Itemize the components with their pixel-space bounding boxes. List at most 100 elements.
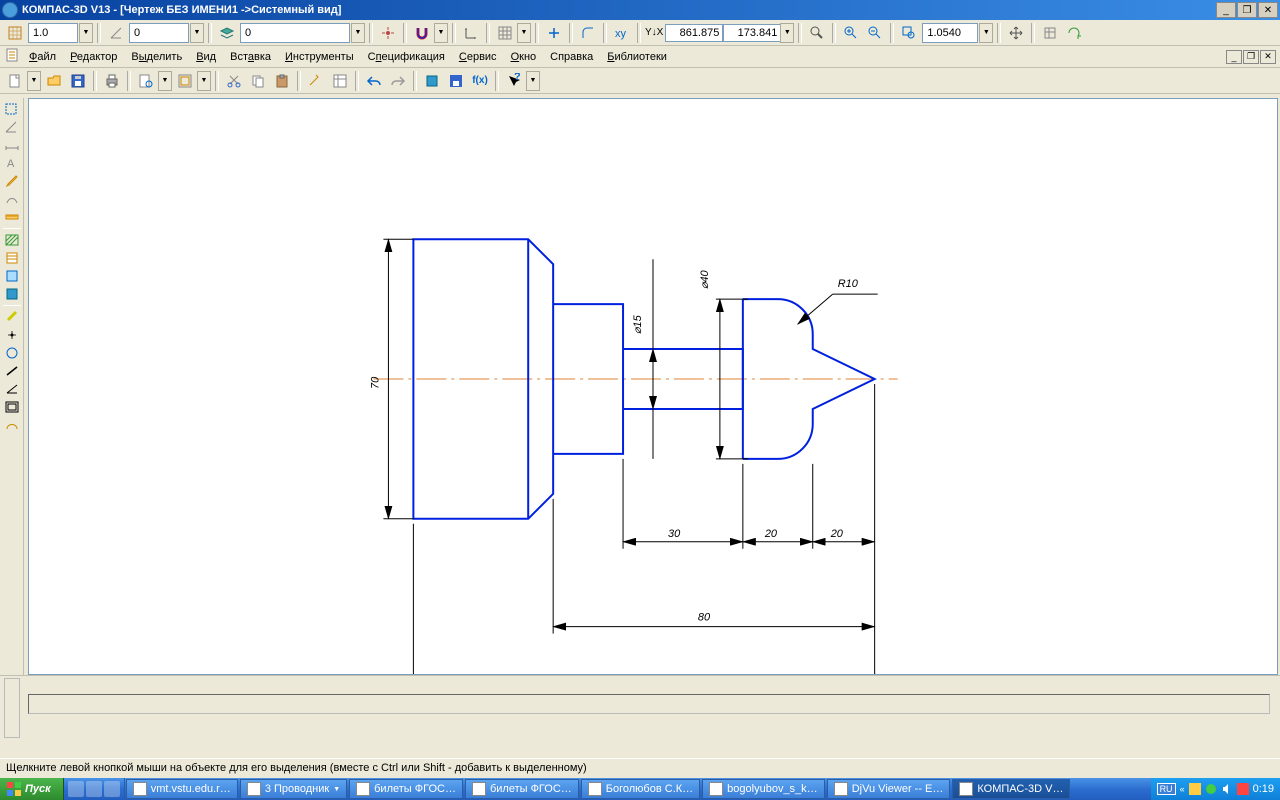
undo-icon[interactable] — [363, 70, 385, 92]
dropdown-icon[interactable]: ▼ — [79, 23, 93, 43]
point-tool-icon[interactable] — [2, 326, 22, 344]
dropdown-icon[interactable]: ▼ — [197, 71, 211, 91]
maximize-button[interactable]: ❐ — [1237, 2, 1257, 18]
start-button[interactable]: Пуск — [0, 778, 64, 800]
step-input-1[interactable] — [28, 23, 78, 43]
minimize-button[interactable]: _ — [1216, 2, 1236, 18]
coord-icon[interactable] — [460, 22, 482, 44]
help-icon[interactable]: ? — [503, 70, 525, 92]
snap-icon[interactable] — [377, 22, 399, 44]
lib-icon[interactable] — [421, 70, 443, 92]
task-item[interactable]: 3 Проводник▼ — [240, 779, 347, 799]
mdi-restore-button[interactable]: ❐ — [1243, 50, 1259, 64]
ql-icon[interactable] — [68, 781, 84, 797]
report-tool-icon[interactable] — [2, 267, 22, 285]
ql-icon[interactable] — [104, 781, 120, 797]
properties-icon[interactable] — [305, 70, 327, 92]
magnet-icon[interactable] — [411, 22, 433, 44]
text-tool-icon[interactable]: A — [2, 154, 22, 172]
zoom-input[interactable] — [922, 23, 978, 43]
menu-help[interactable]: Справка — [543, 48, 600, 66]
zoom-out-icon[interactable] — [864, 22, 886, 44]
menu-window[interactable]: Окно — [504, 48, 544, 66]
menu-insert[interactable]: Вставка — [223, 48, 278, 66]
menu-spec[interactable]: Спецификация — [361, 48, 452, 66]
task-item[interactable]: DjVu Viewer -- E… — [827, 779, 951, 799]
ql-icon[interactable] — [86, 781, 102, 797]
menu-view[interactable]: Вид — [189, 48, 223, 66]
zoom-in-icon[interactable] — [840, 22, 862, 44]
dropdown-icon[interactable]: ▼ — [190, 23, 204, 43]
paste-icon[interactable] — [271, 70, 293, 92]
task-item[interactable]: vmt.vstu.edu.r… — [126, 779, 238, 799]
task-item[interactable]: bogolyubov_s_k… — [702, 779, 825, 799]
round-icon[interactable] — [577, 22, 599, 44]
zoom-fit-icon[interactable] — [806, 22, 828, 44]
edit-tool-icon[interactable] — [2, 172, 22, 190]
dropdown-icon[interactable]: ▼ — [27, 71, 41, 91]
coord-y[interactable] — [723, 24, 781, 42]
cut-icon[interactable] — [223, 70, 245, 92]
tray-icon[interactable] — [1205, 783, 1217, 795]
dropdown-icon[interactable]: ▼ — [517, 23, 531, 43]
refresh-icon[interactable] — [1063, 22, 1085, 44]
lang-indicator[interactable]: RU — [1157, 783, 1176, 795]
dim-tool-icon[interactable] — [2, 136, 22, 154]
tray-icon[interactable] — [1189, 783, 1201, 795]
frame-icon[interactable] — [174, 70, 196, 92]
param-tool-icon[interactable] — [2, 190, 22, 208]
geom-tool-icon[interactable] — [2, 118, 22, 136]
drawing-canvas[interactable]: 70 ⌀40 ⌀15 R10 30 20 20 80 12 — [28, 98, 1278, 675]
layer-icon[interactable] — [216, 22, 238, 44]
mdi-close-button[interactable]: ✕ — [1260, 50, 1276, 64]
clock[interactable]: 0:19 — [1253, 783, 1274, 795]
menu-libs[interactable]: Библиотеки — [600, 48, 674, 66]
angle-tool-icon[interactable] — [2, 380, 22, 398]
print-icon[interactable] — [101, 70, 123, 92]
layer-input[interactable] — [240, 23, 350, 43]
other-tool-icon[interactable] — [2, 416, 22, 434]
step-input-2[interactable] — [129, 23, 189, 43]
vars-icon[interactable] — [329, 70, 351, 92]
hatch-tool-icon[interactable] — [2, 231, 22, 249]
save-lib-icon[interactable] — [445, 70, 467, 92]
dropdown-icon[interactable]: ▼ — [979, 23, 993, 43]
angle-step-icon[interactable] — [105, 22, 127, 44]
open-icon[interactable] — [43, 70, 65, 92]
dropdown-icon[interactable]: ▼ — [526, 71, 540, 91]
volume-icon[interactable] — [1221, 783, 1233, 795]
mdi-doc-icon[interactable] — [4, 47, 22, 66]
frame-tool-icon[interactable] — [2, 398, 22, 416]
circle-tool-icon[interactable] — [2, 344, 22, 362]
task-item-active[interactable]: КОМПАС-3D V… — [952, 779, 1070, 799]
save-icon[interactable] — [67, 70, 89, 92]
redo-icon[interactable] — [387, 70, 409, 92]
close-button[interactable]: ✕ — [1258, 2, 1278, 18]
mdi-minimize-button[interactable]: _ — [1226, 50, 1242, 64]
command-input[interactable] — [28, 694, 1270, 714]
spec-tool-icon[interactable] — [2, 249, 22, 267]
select-tool-icon[interactable] — [2, 100, 22, 118]
insert-tool-icon[interactable] — [2, 285, 22, 303]
menu-service[interactable]: Сервис — [452, 48, 504, 66]
line-tool-icon[interactable] — [2, 362, 22, 380]
coord-x[interactable] — [665, 24, 723, 42]
fx-icon[interactable]: f(x) — [469, 70, 491, 92]
grid-icon[interactable] — [494, 22, 516, 44]
new-icon[interactable] — [4, 70, 26, 92]
dropdown-icon[interactable]: ▼ — [351, 23, 365, 43]
rebuild-icon[interactable] — [1039, 22, 1061, 44]
dropdown-icon[interactable]: ▼ — [434, 23, 448, 43]
task-item[interactable]: билеты ФГОС… — [349, 779, 463, 799]
param-icon[interactable]: xy — [611, 22, 633, 44]
pan-icon[interactable] — [1005, 22, 1027, 44]
measure-tool-icon[interactable] — [2, 208, 22, 226]
menu-tools[interactable]: Инструменты — [278, 48, 361, 66]
highlight-tool-icon[interactable] — [2, 308, 22, 326]
grid-step-icon[interactable] — [4, 22, 26, 44]
menu-select[interactable]: Выделить — [124, 48, 189, 66]
task-item[interactable]: билеты ФГОС… — [465, 779, 579, 799]
copy-icon[interactable] — [247, 70, 269, 92]
preview-icon[interactable] — [135, 70, 157, 92]
ortho-icon[interactable] — [543, 22, 565, 44]
